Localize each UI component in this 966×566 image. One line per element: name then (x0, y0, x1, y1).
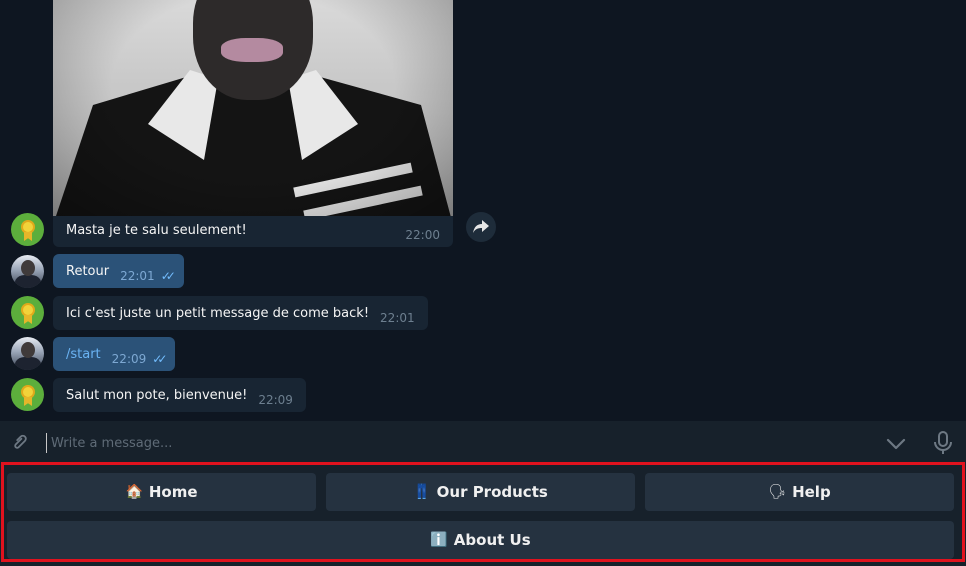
double-check-icon: ✓✓ (160, 269, 176, 283)
command-link[interactable]: /start (66, 347, 101, 362)
house-icon: 🏠 (125, 484, 143, 500)
message-bubble: Ici c'est juste un petit message de come… (53, 296, 428, 330)
message-text: Retour (66, 263, 110, 279)
message-text: Ici c'est juste un petit message de come… (66, 305, 370, 321)
bot-avatar[interactable] (11, 213, 44, 246)
photo-message[interactable] (53, 0, 453, 247)
button-label: Home (148, 483, 198, 501)
user-avatar[interactable] (11, 337, 44, 370)
bot-avatar[interactable] (11, 296, 44, 329)
jeans-icon: 👖 (413, 484, 431, 500)
message-input[interactable] (46, 433, 866, 453)
message-time: 22:09 (111, 352, 147, 366)
about-us-button[interactable]: ℹ️ About Us (7, 521, 954, 559)
home-button[interactable]: 🏠 Home (7, 473, 316, 511)
paperclip-icon[interactable] (3, 426, 37, 460)
share-arrow-icon[interactable] (466, 212, 496, 242)
message-composer (0, 421, 966, 465)
message-text: Salut mon pote, bienvenue! (66, 387, 248, 403)
user-avatar[interactable] (11, 255, 44, 288)
info-icon: ℹ️ (430, 532, 448, 548)
message-bubble: Retour 22:01 ✓✓ (53, 254, 184, 288)
bot-avatar[interactable] (11, 378, 44, 411)
microphone-icon[interactable] (932, 431, 954, 455)
message-bubble: /start 22:09 ✓✓ (53, 337, 176, 371)
bot-keyboard: 🏠 Home 👖 Our Products 🗣 Help ℹ️ About Us (0, 465, 966, 566)
message-bubble: Masta je te salu seulement! 22:00 (53, 213, 453, 247)
button-label: About Us (453, 531, 531, 549)
our-products-button[interactable]: 👖 Our Products (326, 473, 635, 511)
message-time: 22:01 (120, 269, 155, 283)
double-check-icon: ✓✓ (152, 352, 167, 366)
button-label: Help (792, 483, 831, 501)
chat-history: Masta je te salu seulement! 22:00 Retour… (0, 0, 966, 421)
message-time: 22:09 (258, 393, 293, 407)
help-button[interactable]: 🗣 Help (645, 473, 954, 511)
chevron-down-icon[interactable] (885, 433, 907, 455)
photo-attachment[interactable] (53, 0, 453, 216)
button-label: Our Products (436, 483, 548, 501)
speaking-head-icon: 🗣 (768, 484, 787, 500)
message-time: 22:01 (380, 311, 415, 325)
message-text: Masta je te salu seulement! (66, 222, 247, 238)
message-time: 22:00 (405, 228, 440, 242)
message-bubble: Salut mon pote, bienvenue! 22:09 (53, 378, 306, 412)
